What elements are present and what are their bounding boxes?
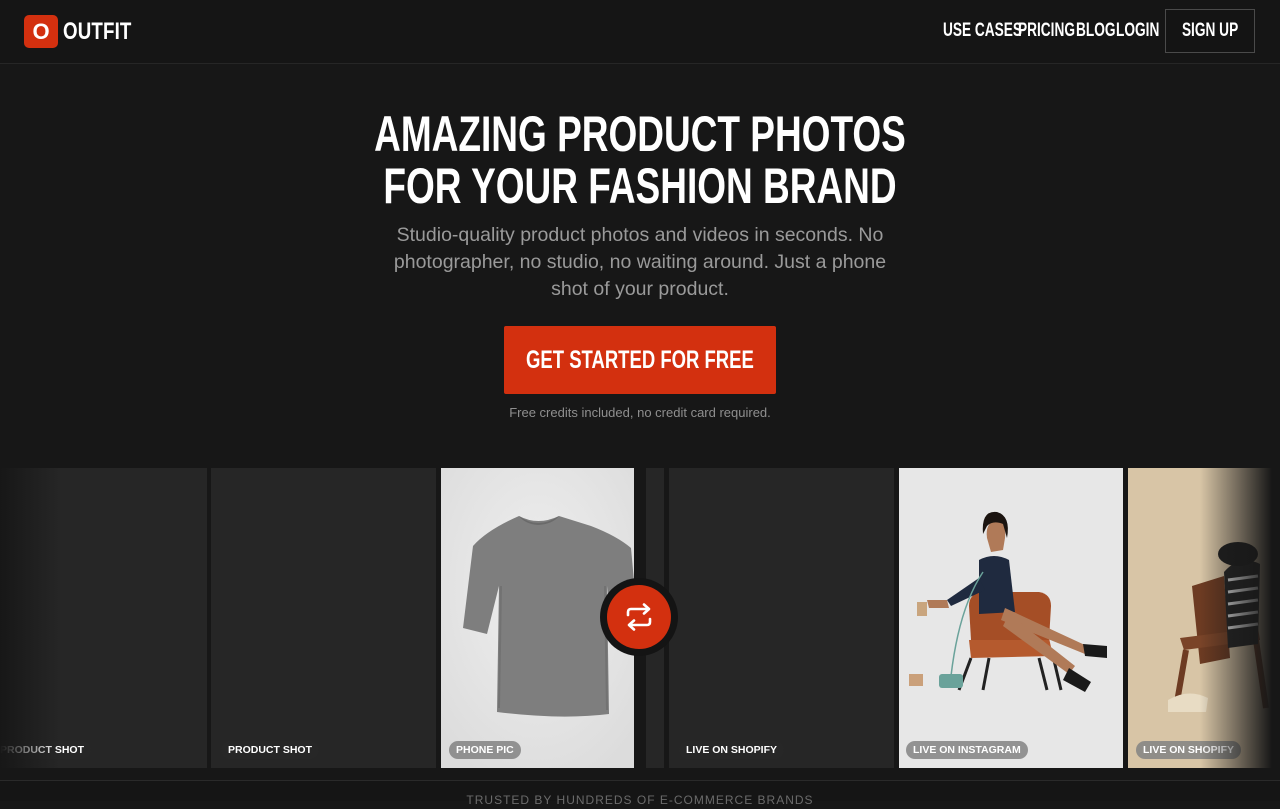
card-label: LIVE ON SHOPIFY: [679, 741, 785, 759]
sign-up-button[interactable]: SIGN UP: [1165, 9, 1255, 53]
hero-title: AMAZING PRODUCT PHOTOS FOR YOUR FASHION …: [0, 108, 1280, 212]
card-label: PRODUCT SHOT: [221, 741, 319, 759]
get-started-button[interactable]: GET STARTED FOR FREE: [504, 326, 776, 394]
swap-button[interactable]: [600, 578, 678, 656]
gallery-card: PRODUCT SHOT: [211, 468, 436, 768]
model-photo: [899, 468, 1123, 768]
get-started-label: GET STARTED FOR FREE: [526, 345, 754, 374]
nav-use-cases[interactable]: USE CASES: [943, 20, 1022, 42]
sign-up-label: SIGN UP: [1181, 20, 1239, 41]
nav-login[interactable]: LOGIN: [1116, 20, 1159, 42]
card-label: PHONE PIC: [449, 741, 521, 759]
nav-pricing[interactable]: PRICING: [1018, 20, 1075, 42]
site-header: O OUTFIT USE CASES PRICING BLOG LOGIN SI…: [0, 0, 1280, 64]
swap-arrows-icon: [607, 585, 671, 649]
nav-blog[interactable]: BLOG: [1076, 20, 1116, 42]
gallery-fade-left: [0, 468, 60, 768]
gallery-fade-right: [1200, 468, 1280, 768]
gallery-card: LIVE ON SHOPIFY: [669, 468, 894, 768]
hero-title-line-2: FOR YOUR FASHION BRAND: [383, 158, 897, 214]
trusted-banner: TRUSTED BY HUNDREDS OF E-COMMERCE BRANDS: [0, 780, 1280, 807]
trusted-text: TRUSTED BY HUNDREDS OF E-COMMERCE BRANDS: [466, 793, 814, 807]
card-label: LIVE ON INSTAGRAM: [906, 741, 1028, 759]
hero-subtitle: Studio-quality product photos and videos…: [393, 224, 887, 300]
gallery-card-instagram: LIVE ON INSTAGRAM: [899, 468, 1123, 768]
cta-note: Free credits included, no credit card re…: [509, 405, 771, 420]
hero-title-line-1: AMAZING PRODUCT PHOTOS: [374, 106, 906, 162]
main-nav: USE CASES PRICING BLOG LOGIN: [0, 20, 1280, 44]
